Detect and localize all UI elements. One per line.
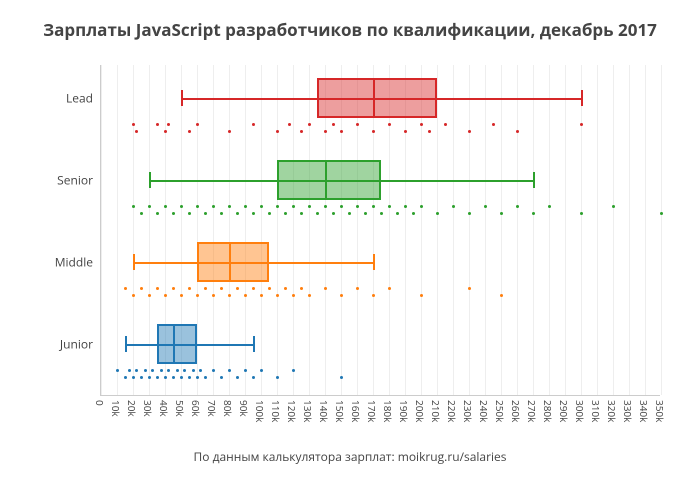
plot-area: LeadSeniorMiddleJunior	[100, 65, 660, 396]
x-tick-label: 10k	[109, 400, 123, 417]
x-tick-label: 320k	[605, 400, 619, 422]
x-tick-label: 270k	[525, 400, 539, 422]
x-tick-label: 260k	[509, 400, 523, 422]
box	[277, 160, 381, 200]
x-tick-label: 280k	[541, 400, 555, 422]
x-axis-caption: По данным калькулятора зарплат: moikrug.…	[0, 448, 700, 465]
box	[197, 242, 269, 282]
x-tick-label: 180k	[381, 400, 395, 422]
x-tick-label: 300k	[573, 400, 587, 422]
x-tick-label: 210k	[429, 400, 443, 422]
x-tick-label: 0	[93, 400, 107, 406]
x-tick-label: 60k	[189, 400, 203, 417]
x-tick-label: 340k	[637, 400, 651, 422]
x-tick-label: 290k	[557, 400, 571, 422]
x-tick-label: 170k	[365, 400, 379, 422]
x-tick-label: 350k	[653, 400, 667, 422]
x-tick-label: 80k	[221, 400, 235, 417]
x-tick-label: 20k	[125, 400, 139, 417]
x-axis-ticks: 010k20k30k40k50k60k70k80k90k100k110k120k…	[100, 396, 660, 446]
x-tick-label: 160k	[349, 400, 363, 422]
x-tick-label: 90k	[237, 400, 251, 417]
y-category-label: Middle	[55, 254, 101, 271]
x-tick-label: 250k	[493, 400, 507, 422]
box-row	[101, 311, 660, 393]
y-category-label: Junior	[60, 336, 101, 353]
x-tick-label: 140k	[317, 400, 331, 422]
box	[157, 324, 197, 364]
x-tick-label: 190k	[397, 400, 411, 422]
x-tick-label: 150k	[333, 400, 347, 422]
x-tick-label: 100k	[253, 400, 267, 422]
x-tick-label: 40k	[157, 400, 171, 417]
x-tick-label: 110k	[269, 400, 283, 422]
y-category-label: Senior	[57, 172, 101, 189]
x-tick-label: 310k	[589, 400, 603, 422]
x-tick-label: 220k	[445, 400, 459, 422]
box-row	[101, 229, 660, 311]
x-tick-label: 240k	[477, 400, 491, 422]
x-tick-label: 30k	[141, 400, 155, 417]
box	[317, 78, 437, 118]
x-tick-label: 330k	[621, 400, 635, 422]
x-tick-label: 130k	[301, 400, 315, 422]
x-tick-label: 70k	[205, 400, 219, 417]
x-tick-label: 50k	[173, 400, 187, 417]
chart-title: Зарплаты JavaScript разработчиков по ква…	[0, 0, 700, 45]
x-tick-label: 120k	[285, 400, 299, 422]
x-tick-label: 200k	[413, 400, 427, 422]
x-tick-label: 230k	[461, 400, 475, 422]
box-row	[101, 147, 660, 229]
box-row	[101, 65, 660, 147]
y-category-label: Lead	[66, 90, 101, 107]
